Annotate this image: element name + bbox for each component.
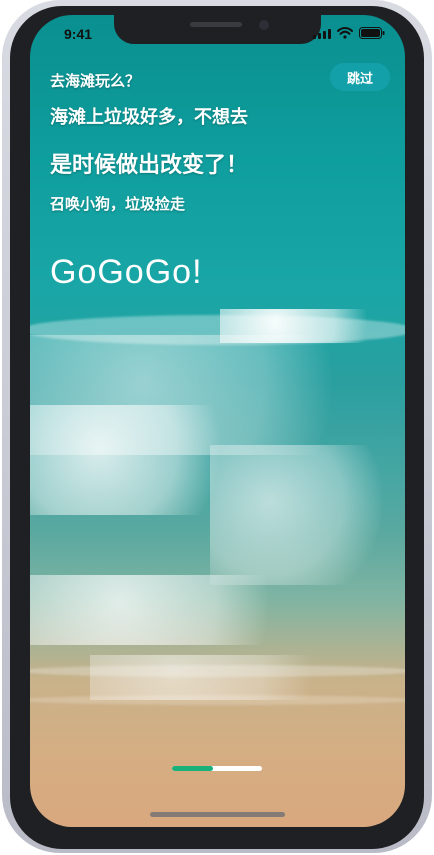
onboarding-screen: 9:41 跳过 去海滩玩么？ 海滩上垃圾好多，不想去 是时候做出改变了！ 召唤小… (30, 15, 405, 827)
intro-text: 去海滩玩么？ 海滩上垃圾好多，不想去 是时候做出改变了！ 召唤小狗，垃圾捡走 (50, 70, 248, 214)
speaker (190, 22, 242, 27)
status-time: 9:41 (64, 26, 93, 42)
signal-icon (313, 27, 331, 39)
status-bar: 9:41 (30, 15, 405, 55)
battery-icon (359, 27, 385, 39)
home-indicator[interactable] (150, 812, 285, 817)
page-indicator (172, 766, 262, 771)
wifi-icon (337, 27, 353, 39)
status-icons (313, 27, 385, 39)
intro-line-3: 是时候做出改变了！ (50, 153, 249, 178)
intro-line-2: 海滩上垃圾好多，不想去 (50, 107, 248, 128)
intro-line-1: 去海滩玩么？ (50, 72, 141, 90)
notch (114, 15, 321, 44)
intro-line-4: 召唤小狗，垃圾捡走 (50, 195, 186, 213)
brand-logo-text: GoGoGo! (50, 253, 203, 291)
skip-button[interactable]: 跳过 (330, 63, 390, 91)
page-indicator-active (172, 766, 213, 771)
front-camera (259, 20, 269, 30)
